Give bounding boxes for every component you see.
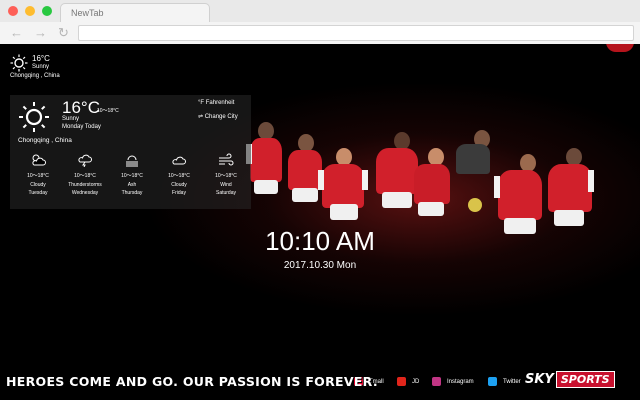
instagram-icon [432, 377, 441, 386]
browser-toolbar: ← → ↻ [0, 22, 640, 45]
forecast-row: 10～18°C Cloudy Tuesday 10～18°C Thunderst… [10, 153, 251, 209]
forecast-range: 10～18°C [168, 173, 190, 179]
fahrenheit-toggle[interactable]: °F Fahrenheit [198, 100, 234, 106]
forecast-day: 10～18°C Cloudy Friday [156, 153, 202, 196]
forecast-condition: Cloudy [171, 182, 187, 188]
wind-icon [219, 153, 234, 166]
clock-date: 2017.10.30 Mon [283, 260, 357, 271]
forecast-day: 10～18°C Cloudy Tuesday [15, 153, 61, 196]
temperature-range: 10～18°C [97, 108, 119, 114]
minimize-window-button[interactable] [25, 6, 35, 16]
forecast-range: 10～18°C [215, 173, 237, 179]
forecast-weekday: Wednesday [71, 190, 99, 196]
twitter-icon [488, 377, 497, 386]
forecast-weekday: Friday [172, 190, 186, 196]
forecast-weekday: Thursday [121, 190, 143, 196]
forecast-condition: Wind [220, 182, 232, 188]
forecast-day: 10～18°C Wind Saturday [203, 153, 249, 196]
browser-titlebar: NewTab [0, 0, 640, 23]
reload-icon[interactable]: ↻ [58, 25, 69, 41]
forecast-range: 10～18°C [27, 173, 49, 179]
browser-tab[interactable]: NewTab [60, 3, 210, 22]
forecast-weekday: Tuesday [28, 190, 48, 196]
city-name: Chongqing , China [18, 137, 72, 144]
close-window-button[interactable] [8, 6, 18, 16]
partly-cloudy-icon [32, 154, 46, 166]
forecast-range: 10～18°C [74, 173, 96, 179]
forecast-weekday: Saturday [215, 190, 236, 196]
tagline: HEROES COME AND GO. OUR PASSION IS FOREV… [6, 374, 378, 389]
forecast-condition: Thunderstorms [68, 182, 102, 188]
quick-link-label: JD [412, 378, 420, 385]
quick-link-label: Instagram [447, 378, 474, 385]
mini-condition: Sunny [32, 64, 50, 70]
forecast-day: 10～18°C Thunderstorms Wednesday [62, 153, 108, 196]
address-bar[interactable] [78, 25, 634, 41]
forecast-day: 10～18°C Ash Thursday [109, 153, 155, 196]
sun-icon [19, 102, 49, 132]
mini-city: Chongqing , China [10, 73, 60, 79]
forecast-condition: Ash [127, 182, 137, 188]
change-city-button[interactable]: ⇌ Change City [198, 113, 238, 120]
thunderstorm-icon [78, 154, 92, 167]
sun-icon [10, 54, 28, 72]
forecast-condition: Cloudy [30, 182, 46, 188]
quick-link-instagram[interactable]: Instagram [432, 377, 474, 386]
current-condition: Sunny [62, 116, 80, 122]
forward-arrow-icon[interactable]: → [34, 25, 47, 41]
current-day: Monday Today [62, 124, 101, 130]
quick-link-jd[interactable]: JD [397, 377, 419, 386]
cloud-icon [172, 156, 186, 165]
weather-panel: 16°C 10～18°C Sunny Monday Today °F Fahre… [10, 95, 251, 209]
quick-link-label: Twitter [503, 378, 521, 385]
sky-sports-logo: SKY SPORTS [525, 370, 615, 388]
current-temperature: 16°C [62, 98, 100, 117]
clock-time: 10:10 AM [265, 226, 375, 256]
forecast-range: 10～18°C [121, 173, 143, 179]
mini-temperature: 16°C [32, 54, 50, 63]
new-tab-page: 16°C Sunny Chongqing , China 16°C 10～18°… [0, 44, 640, 400]
jd-icon [397, 377, 406, 386]
back-arrow-icon[interactable]: ← [10, 25, 23, 41]
corner-logo-badge [606, 44, 634, 52]
maximize-window-button[interactable] [42, 6, 52, 16]
ash-icon [126, 155, 138, 167]
quick-link-twitter[interactable]: Twitter [488, 377, 521, 386]
